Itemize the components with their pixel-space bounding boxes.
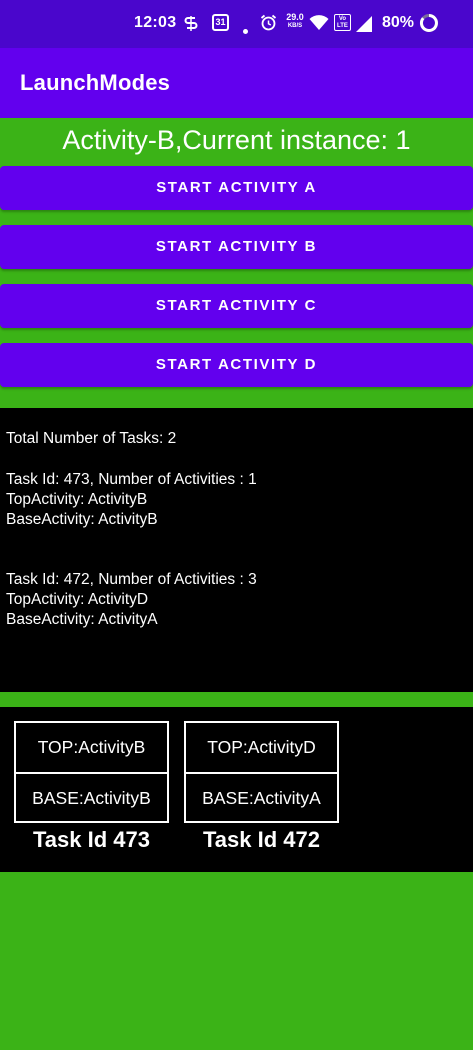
network-speed-value: 29.0 — [286, 12, 304, 22]
task-2-base-activity: BaseActivity: ActivityA — [6, 611, 158, 628]
total-tasks-text: Total Number of Tasks: 2 — [6, 430, 177, 447]
task-1-caption: Task Id 473 — [33, 827, 150, 852]
network-speed-unit: KB/S — [287, 23, 303, 29]
battery-percent: 80% — [382, 14, 415, 31]
start-activity-d-button[interactable]: START ACTIVITY D — [0, 343, 473, 387]
task-2-top-activity: TopActivity: ActivityD — [6, 591, 149, 608]
battery-icon — [419, 13, 439, 33]
wifi-icon — [309, 14, 329, 31]
start-activity-a-button[interactable]: START ACTIVITY A — [0, 166, 473, 210]
status-bar: 12:03 31 29.0 KB/S Vo LTE 80% — [0, 0, 473, 48]
alarm-icon — [260, 14, 277, 31]
app-bar: LaunchModes — [0, 48, 473, 118]
dot-icon — [243, 29, 248, 34]
task-1-top-activity: TopActivity: ActivityB — [6, 491, 148, 508]
s-notification-icon — [184, 15, 198, 31]
task-diagram-panel: TOP:ActivityB BASE:ActivityB Task Id 473… — [0, 707, 473, 872]
task-2-base-cell: BASE:ActivityA — [202, 788, 321, 808]
task-stack-473: TOP:ActivityB BASE:ActivityB — [14, 721, 169, 823]
task-info-panel: Total Number of Tasks: 2 Task Id: 473, N… — [0, 408, 473, 692]
task-2-caption: Task Id 472 — [203, 827, 320, 852]
task-1-top-cell: TOP:ActivityB — [16, 723, 167, 774]
start-activity-c-button[interactable]: START ACTIVITY C — [0, 284, 473, 328]
task-stack-472: TOP:ActivityD BASE:ActivityA — [184, 721, 339, 823]
page-title: Activity-B,Current instance: 1 — [62, 125, 411, 155]
task-1-summary: Task Id: 473, Number of Activities : 1 — [6, 471, 257, 488]
start-activity-b-button[interactable]: START ACTIVITY B — [0, 225, 473, 269]
signal-icon — [355, 15, 373, 33]
calendar-icon: 31 — [212, 14, 229, 31]
network-speed-indicator: 29.0 KB/S — [283, 13, 307, 30]
status-time: 12:03 — [134, 14, 177, 31]
task-2-summary: Task Id: 472, Number of Activities : 3 — [6, 571, 257, 588]
volte-icon: Vo LTE — [334, 14, 351, 31]
task-1-base-cell: BASE:ActivityB — [32, 788, 151, 808]
app-title: LaunchModes — [20, 70, 171, 95]
task-2-top-cell: TOP:ActivityD — [186, 723, 337, 774]
task-1-base-activity: BaseActivity: ActivityB — [6, 511, 158, 528]
